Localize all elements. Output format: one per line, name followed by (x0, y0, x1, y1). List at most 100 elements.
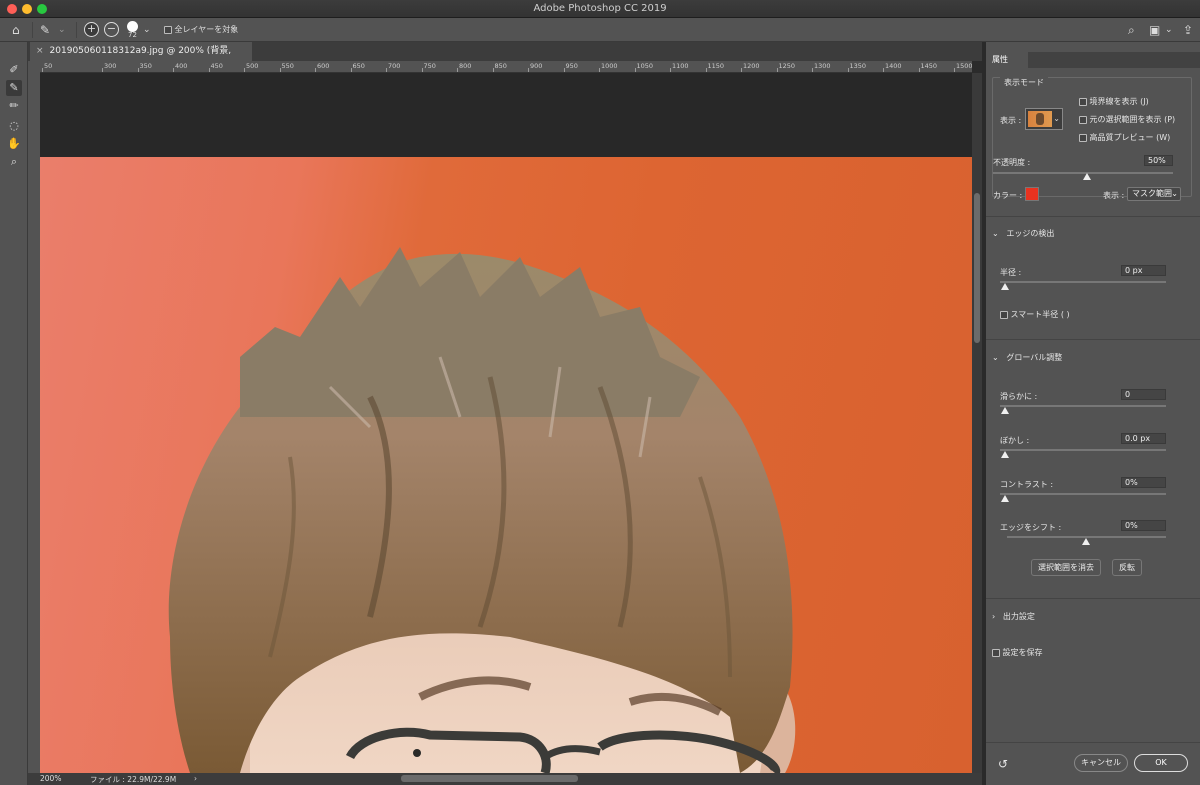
sample-all-layers-label: 全レイヤーを対象 (174, 25, 239, 34)
feather-slider-knob[interactable] (1001, 451, 1009, 458)
reset-icon[interactable]: ↺ (998, 757, 1008, 771)
opacity-slider-knob[interactable] (1083, 173, 1091, 180)
shift-edge-field[interactable]: 0% (1121, 520, 1166, 531)
status-bar: 200% ファイル : 22.9M/22.9M › (28, 773, 982, 785)
ruler-tick (279, 68, 281, 72)
checkbox-icon[interactable] (1079, 115, 1087, 124)
ruler-tick (315, 68, 316, 72)
lasso-tool-icon[interactable]: ◌ (6, 118, 22, 134)
refine-brush-icon[interactable]: ✎ (40, 22, 50, 38)
document-canvas[interactable] (40, 73, 972, 773)
chevron-down-icon: ⌄ (1053, 114, 1060, 123)
show-edge-checkbox[interactable]: 境界線を表示 (J) (1079, 96, 1149, 107)
checkbox-icon[interactable] (992, 648, 1000, 657)
brush-tool-icon[interactable]: ✏ (6, 98, 22, 114)
brush-picker-chevron-icon[interactable]: ⌄ (143, 22, 151, 38)
workspace-icon[interactable]: ▣ (1149, 22, 1160, 38)
tool-preset-chevron-icon[interactable]: ⌄ (58, 22, 66, 38)
ruler-mark: 550 (281, 62, 294, 70)
ruler-mark: 1400 (885, 62, 902, 70)
checkbox-icon[interactable] (164, 25, 172, 34)
ruler-mark: 1100 (672, 62, 689, 70)
brush-size-value: 72 (128, 31, 137, 39)
contrast-field[interactable]: 0% (1121, 477, 1166, 488)
opacity-field[interactable]: 50% (1144, 155, 1173, 166)
shift-edge-slider-knob[interactable] (1082, 538, 1090, 545)
contrast-slider-knob[interactable] (1001, 495, 1009, 502)
ruler-mark: 1200 (743, 62, 760, 70)
ruler-origin[interactable] (28, 61, 40, 73)
display-select-value: マスク範囲 (1132, 189, 1172, 198)
status-menu-arrow-icon[interactable]: › (194, 774, 197, 783)
smooth-slider-knob[interactable] (1001, 407, 1009, 414)
radius-label: 半径 : (1000, 268, 1022, 277)
output-settings-title: 出力設定 (1002, 612, 1035, 621)
output-settings-header[interactable]: › 出力設定 (992, 611, 1035, 622)
global-refinements-title: グローバル調整 (1006, 353, 1063, 362)
global-refinements-header[interactable]: ⌄ グローバル調整 (992, 352, 1062, 363)
home-icon[interactable]: ⌂ (12, 22, 20, 38)
checkbox-icon[interactable] (1079, 133, 1087, 142)
workspace-chevron-icon[interactable]: ⌄ (1165, 22, 1173, 38)
ruler-mark: 1150 (707, 62, 725, 70)
search-icon[interactable]: ⌕ (1128, 22, 1135, 38)
show-original-checkbox[interactable]: 元の選択範囲を表示 (P) (1079, 114, 1175, 125)
checkbox-icon[interactable] (1000, 310, 1008, 319)
feather-slider-track[interactable] (1000, 449, 1166, 451)
display-select[interactable]: マスク範囲 ⌄ (1127, 187, 1181, 201)
vertical-scroll-thumb[interactable] (974, 193, 980, 343)
feather-field[interactable]: 0.0 px (1121, 433, 1166, 444)
radius-slider-knob[interactable] (1001, 283, 1009, 290)
remember-settings-label: 設定を保存 (1002, 648, 1043, 657)
ruler-mark: 900 (530, 62, 543, 70)
ruler-mark: 50 (44, 62, 53, 70)
smooth-label: 滑らかに : (1000, 392, 1038, 401)
ok-button[interactable]: OK (1134, 754, 1188, 772)
view-label: 表示 : (1000, 116, 1022, 125)
smooth-field[interactable]: 0 (1121, 389, 1166, 400)
radius-slider-track[interactable] (1000, 281, 1166, 283)
ruler-mark: 300 (104, 62, 117, 70)
vertical-ruler[interactable] (28, 73, 40, 773)
title-bar: Adobe Photoshop CC 2019 (0, 0, 1200, 18)
remember-settings-checkbox[interactable]: 設定を保存 (992, 647, 1043, 658)
smooth-slider-track[interactable] (1000, 405, 1166, 407)
invert-button[interactable]: 反転 (1112, 559, 1142, 576)
ruler-mark: 450 (210, 62, 223, 70)
share-icon[interactable]: ⇪ (1183, 22, 1193, 38)
checkbox-icon[interactable] (1079, 97, 1087, 106)
ruler-mark: 1250 (778, 62, 796, 70)
view-mode-preview-icon (1028, 111, 1052, 127)
ruler-tick (670, 68, 671, 72)
zoom-in-button[interactable]: + (84, 22, 99, 37)
photo-preview (40, 157, 972, 773)
horizontal-scroll-thumb[interactable] (401, 775, 578, 782)
edge-detection-header[interactable]: ⌄ エッジの検出 (992, 228, 1054, 239)
ruler-mark: 350 (139, 62, 152, 70)
properties-tab[interactable]: 属性 (986, 52, 1028, 68)
contrast-slider-track[interactable] (1000, 493, 1166, 495)
ruler-mark: 1450 (920, 62, 938, 70)
smart-radius-checkbox[interactable]: スマート半径 ( ) (1000, 309, 1070, 320)
cancel-button[interactable]: キャンセル (1074, 754, 1128, 772)
zoom-level[interactable]: 200% (40, 774, 61, 783)
horizontal-ruler[interactable]: 50 300 350 400 450 500 550 600 650 700 750 800 850 90… (40, 61, 972, 73)
quick-selection-tool-icon[interactable]: ✐ (6, 62, 22, 78)
sample-all-layers-checkbox[interactable]: 全レイヤーを対象 (164, 24, 238, 35)
document-tab[interactable]: ×201905060118312a9.jpg @ 200% (背景, RGB/8… (30, 42, 252, 75)
close-tab-icon[interactable]: × (36, 46, 44, 56)
ruler-tick (492, 68, 494, 72)
view-mode-thumbnail[interactable]: ⌄ (1025, 108, 1063, 130)
chevron-down-icon: ⌄ (1171, 189, 1178, 198)
high-quality-preview-checkbox[interactable]: 高品質プレビュー (W) (1079, 132, 1170, 143)
vertical-scrollbar[interactable] (972, 73, 982, 773)
window-title: Adobe Photoshop CC 2019 (533, 3, 667, 14)
radius-field[interactable]: 0 px (1121, 265, 1166, 276)
zoom-out-button[interactable]: − (104, 22, 119, 37)
clear-selection-button[interactable]: 選択範囲を消去 (1031, 559, 1101, 576)
ruler-mark: 950 (565, 62, 578, 70)
hand-tool-icon[interactable]: ✋ (6, 136, 22, 152)
refine-edge-brush-tool-icon[interactable]: ✎ (6, 80, 22, 96)
overlay-color-swatch[interactable] (1025, 187, 1039, 201)
zoom-tool-icon[interactable]: ⌕ (6, 154, 22, 170)
